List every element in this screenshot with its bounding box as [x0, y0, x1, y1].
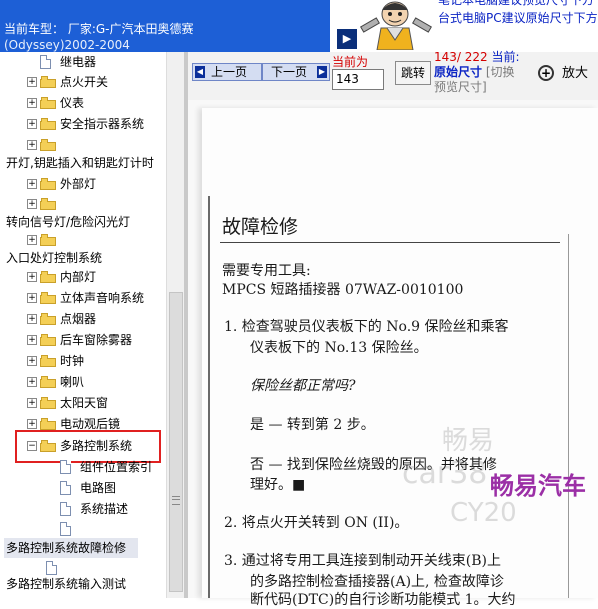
expand-plus-icon[interactable]: + — [27, 235, 37, 245]
expand-plus-icon[interactable]: + — [27, 119, 37, 129]
prev-page-button[interactable]: ◀ 上一页 — [192, 63, 262, 81]
title-rule — [220, 242, 560, 243]
expand-plus-icon[interactable]: + — [27, 140, 37, 150]
folder-icon — [40, 313, 56, 325]
page-info: 143/ 222 当前: 原始尺寸 [切换 预览尺寸] — [434, 50, 520, 95]
play-arrow-icon[interactable]: ▶ — [336, 28, 358, 50]
scrollbar-thumb[interactable] — [169, 292, 183, 592]
page-current: 143/ — [434, 50, 461, 64]
switch-preview-link[interactable]: [切换 — [486, 65, 515, 79]
no-line2: 理好。■ — [250, 477, 306, 493]
document-icon — [60, 502, 71, 516]
expand-plus-icon[interactable]: + — [27, 199, 37, 209]
folder-icon — [40, 198, 56, 210]
expand-plus-icon[interactable]: + — [27, 314, 37, 324]
document-icon — [40, 55, 51, 69]
next-page-button[interactable]: 下一页 ▶ — [262, 63, 330, 81]
step1-line1: 1. 检查驾驶员仪表板下的 No.9 保险丝和乘客 — [224, 319, 509, 335]
document-icon — [60, 522, 71, 536]
question: 保险丝都正常吗? — [250, 378, 356, 394]
folder-icon — [40, 97, 56, 109]
size-recommendation-note: 笔记本电脑建议预览尺寸下方 台式电脑PC建议原始尺寸下方 — [438, 0, 598, 25]
step3-line3: 断代码(DTC)的自行诊断功能模式 1。大约 — [250, 592, 516, 608]
expand-plus-icon[interactable]: + — [27, 377, 37, 387]
page-total: 222 — [464, 50, 488, 64]
current-colon: 当前: — [491, 50, 520, 64]
document-page: 故障检修 需要专用工具: MPCS 短路插接器 07WAZ-0010100 1.… — [188, 100, 598, 608]
folder-icon — [40, 139, 56, 151]
current-page-label: 当前为 — [332, 55, 369, 69]
folder-icon — [40, 355, 56, 367]
folder-icon — [40, 376, 56, 388]
expand-plus-icon[interactable]: + — [27, 356, 37, 366]
document-icon — [46, 561, 57, 575]
column-line — [568, 234, 569, 598]
page-number-input[interactable]: 143 — [332, 69, 384, 90]
expand-plus-icon[interactable]: + — [27, 179, 37, 189]
arrow-right-icon: ▶ — [317, 66, 327, 78]
folder-icon — [40, 271, 56, 283]
expand-plus-icon[interactable]: + — [27, 335, 37, 345]
expand-plus-icon[interactable]: + — [27, 419, 37, 429]
document-icon — [60, 481, 71, 495]
expand-plus-icon[interactable]: + — [27, 272, 37, 282]
original-size-link[interactable]: 原始尺寸 — [434, 65, 482, 79]
step1-line2: 仪表板下的 No.13 保险丝。 — [250, 340, 428, 356]
watermark-brand: 畅易汽车 — [490, 472, 586, 500]
preview-size-link[interactable]: 预览尺寸] — [434, 80, 487, 94]
folder-icon — [40, 334, 56, 346]
folder-icon — [40, 234, 56, 246]
vehicle-years: (Odyssey)2002-2004 — [4, 38, 130, 52]
folder-icon — [40, 397, 56, 409]
tree-scrollbar[interactable] — [166, 52, 185, 598]
tools-heading: 需要专用工具: — [222, 263, 311, 279]
watermark-site-2: CY20 — [450, 498, 517, 528]
yes-line: 是 — 转到第 2 步。 — [250, 417, 375, 433]
expand-plus-icon[interactable]: + — [27, 293, 37, 303]
page-edge — [208, 196, 210, 598]
expand-plus-icon[interactable]: + — [27, 98, 37, 108]
vehicle-header: 当前车型： 厂家:G-广汽本田奥德赛 (Odyssey)2002-2004 — [0, 0, 330, 52]
mechanic-mascot-icon — [360, 1, 432, 50]
zoom-in-icon: + — [538, 65, 554, 81]
expand-plus-icon[interactable]: + — [27, 398, 37, 408]
folder-icon — [40, 178, 56, 190]
tool-line: MPCS 短路插接器 07WAZ-0010100 — [222, 282, 464, 298]
step3-line2: 的多路控制检查插接器(A)上, 检查故障诊 — [250, 574, 504, 590]
vehicle-label: 当前车型： 厂家:G-广汽本田奥德赛 — [4, 22, 194, 36]
doc-title: 故障检修 — [222, 216, 299, 238]
watermark-text: 畅易 — [442, 426, 495, 456]
document-icon — [60, 460, 71, 474]
step3-line1: 3. 通过将专用工具连接到制动开关线束(B)上 — [224, 553, 502, 569]
folder-icon — [40, 418, 56, 430]
folder-icon — [40, 292, 56, 304]
step2: 2. 将点火开关转到 ON (II)。 — [224, 515, 409, 531]
expand-plus-icon[interactable]: + — [27, 77, 37, 87]
grip-icon — [172, 496, 180, 505]
folder-icon — [40, 118, 56, 130]
watermark-site: car38 — [402, 456, 488, 491]
document-tree: 继电器 + 点火开关 + 仪表 + 安全指示器系统 + 开灯,钥匙插入和钥匙灯计… — [0, 52, 166, 598]
jump-button[interactable]: 跳转 — [395, 61, 431, 85]
zoom-in-button[interactable]: + 放大 — [536, 62, 594, 86]
folder-icon — [40, 76, 56, 88]
arrow-left-icon: ◀ — [195, 66, 205, 78]
